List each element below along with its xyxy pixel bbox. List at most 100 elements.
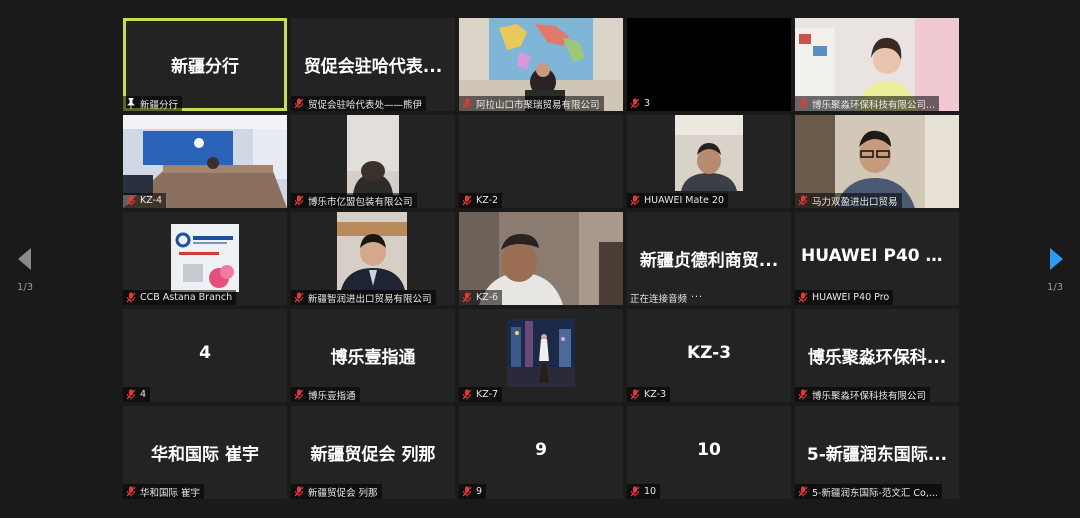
participant-label: KZ-2 <box>476 195 499 206</box>
mic-muted-icon <box>630 98 640 109</box>
participant-footer: 5-新疆润东国际-范文汇 Co,... <box>795 484 942 499</box>
participant-footer: 新疆贸促会 列那 <box>291 484 382 499</box>
participant-label: 阿拉山口市聚瑞贸易有限公司 <box>476 99 600 111</box>
mic-muted-icon <box>798 389 808 400</box>
participant-label: 马力双盈进出口贸易 <box>812 196 898 208</box>
mic-muted-icon <box>798 486 808 497</box>
participant-footer: KZ-6 <box>459 290 503 305</box>
participant-footer: 华和国际 崔宇 <box>123 484 205 499</box>
participant-tile[interactable]: HUAWEI Mate 20 <box>627 115 791 208</box>
participant-tile[interactable]: 博乐壹指通 博乐壹指通 <box>291 309 455 402</box>
participant-footer: KZ-3 <box>627 387 671 402</box>
participant-display-name: 新疆贞德利商贸... <box>639 251 779 271</box>
participant-label: 博乐壹指通 <box>308 390 356 402</box>
next-page-arrow-icon[interactable] <box>1046 246 1066 272</box>
participant-footer: KZ-2 <box>459 193 503 208</box>
participant-label: HUAWEI Mate 20 <box>644 195 724 206</box>
participant-label: 博乐市亿盟包装有限公司 <box>308 196 413 208</box>
mic-muted-icon <box>798 292 808 303</box>
participant-tile[interactable]: HUAWEI P40 Pro HUAWEI P40 Pro <box>795 212 959 305</box>
participant-tile[interactable]: 新疆分行 新疆分行 <box>123 18 287 111</box>
participant-tile[interactable]: 贸促会驻哈代表... 贸促会驻哈代表处——熊伊 <box>291 18 455 111</box>
participant-label: HUAWEI P40 Pro <box>812 292 890 303</box>
participant-label: 贸促会驻哈代表处——熊伊 <box>308 99 423 111</box>
participant-tile[interactable]: 5-新疆润东国际... 5-新疆润东国际-范文汇 Co,... <box>795 406 959 499</box>
participant-tile[interactable]: KZ-2 <box>459 115 623 208</box>
participant-tile[interactable]: 博乐聚淼环保科技有限公司... <box>795 18 959 111</box>
mic-muted-icon <box>294 389 304 400</box>
mic-muted-icon <box>462 195 472 206</box>
mic-muted-icon <box>798 195 808 206</box>
participant-label: 3 <box>644 98 651 109</box>
mic-muted-icon <box>294 486 304 497</box>
participant-footer: 新疆智润进出口贸易有限公司 <box>291 290 436 305</box>
participant-tile[interactable]: 博乐聚淼环保科... 博乐聚淼环保科技有限公司 <box>795 309 959 402</box>
participant-footer: KZ-7 <box>459 387 503 402</box>
participant-footer: KZ-4 <box>123 193 167 208</box>
participant-footer: 博乐聚淼环保科技有限公司 <box>795 387 931 402</box>
participant-footer: 3 <box>627 96 655 111</box>
connecting-audio-status: 正在连接音频 <box>630 293 688 305</box>
participant-tile[interactable]: 阿拉山口市聚瑞贸易有限公司 <box>459 18 623 111</box>
participant-display-name: 5-新疆润东国际... <box>806 445 948 465</box>
participant-label: 博乐聚淼环保科技有限公司... <box>812 99 936 111</box>
participant-footer: 马力双盈进出口贸易 <box>795 193 902 208</box>
participant-tile[interactable]: 马力双盈进出口贸易 <box>795 115 959 208</box>
participant-label: KZ-7 <box>476 389 499 400</box>
participant-tile[interactable]: 新疆贸促会 列那 新疆贸促会 列那 <box>291 406 455 499</box>
loading-dots: ··· <box>691 292 704 303</box>
mic-muted-icon <box>462 98 472 109</box>
mic-muted-icon <box>798 98 808 109</box>
participant-display-name: 新疆贸促会 列那 <box>310 445 436 465</box>
participant-footer: 博乐壹指通 <box>291 387 360 402</box>
participant-tile[interactable]: KZ-4 <box>123 115 287 208</box>
participant-tile[interactable]: 4 4 <box>123 309 287 402</box>
participant-display-name: 9 <box>535 440 547 460</box>
participant-tile[interactable]: 3 <box>627 18 791 111</box>
mic-muted-icon <box>630 486 640 497</box>
participant-tile[interactable]: 新疆贞德利商贸... 正在连接音频 ··· <box>627 212 791 305</box>
participant-label: 5-新疆润东国际-范文汇 Co,... <box>812 487 938 499</box>
mic-muted-icon <box>126 486 136 497</box>
mic-muted-icon <box>630 389 640 400</box>
mic-muted-icon <box>294 195 304 206</box>
participant-label: 新疆贸促会 列那 <box>308 487 378 499</box>
participant-footer: 正在连接音频 ··· <box>627 290 707 305</box>
participant-footer: 10 <box>627 484 661 499</box>
participant-tile[interactable]: 博乐市亿盟包装有限公司 <box>291 115 455 208</box>
participant-tile[interactable]: 9 9 <box>459 406 623 499</box>
mic-muted-icon <box>462 389 472 400</box>
page-indicator-left: 1/3 <box>17 282 34 293</box>
mic-muted-icon <box>294 292 304 303</box>
participant-footer: 博乐聚淼环保科技有限公司... <box>795 96 940 111</box>
participant-label: KZ-6 <box>476 292 499 303</box>
participant-tile[interactable]: KZ-7 <box>459 309 623 402</box>
pin-icon[interactable] <box>126 98 136 109</box>
mic-muted-icon <box>126 195 136 206</box>
participant-display-name: 华和国际 崔宇 <box>151 445 259 465</box>
participant-footer: 4 <box>123 387 151 402</box>
participant-label: 华和国际 崔宇 <box>140 487 201 499</box>
participant-tile[interactable]: 新疆智润进出口贸易有限公司 <box>291 212 455 305</box>
participant-tile[interactable]: 华和国际 崔宇 华和国际 崔宇 <box>123 406 287 499</box>
participant-label: KZ-3 <box>644 389 667 400</box>
participant-footer: 阿拉山口市聚瑞贸易有限公司 <box>459 96 604 111</box>
participant-tile[interactable]: 10 10 <box>627 406 791 499</box>
participant-label: 10 <box>644 486 657 497</box>
mic-muted-icon <box>630 195 640 206</box>
mic-muted-icon <box>126 389 136 400</box>
video-grid: 新疆分行 新疆分行 贸促会驻哈代表... 贸促会驻哈代表处——熊伊 阿拉山口市聚… <box>123 18 959 499</box>
participant-label: 新疆分行 <box>140 99 179 111</box>
participant-tile[interactable]: KZ-3 KZ-3 <box>627 309 791 402</box>
participant-tile[interactable]: KZ-6 <box>459 212 623 305</box>
participant-label: 4 <box>140 389 147 400</box>
participant-footer: HUAWEI Mate 20 <box>627 193 728 208</box>
participant-tile[interactable]: CCB Astana Branch <box>123 212 287 305</box>
page-indicator-right: 1/3 <box>1047 282 1064 293</box>
mic-muted-icon <box>126 292 136 303</box>
participant-display-name: 博乐壹指通 <box>330 348 416 368</box>
participant-display-name: 贸促会驻哈代表... <box>303 57 443 77</box>
participant-label: 9 <box>476 486 483 497</box>
previous-page-arrow-icon[interactable] <box>15 246 35 272</box>
participant-display-name: HUAWEI P40 Pro <box>801 246 959 266</box>
